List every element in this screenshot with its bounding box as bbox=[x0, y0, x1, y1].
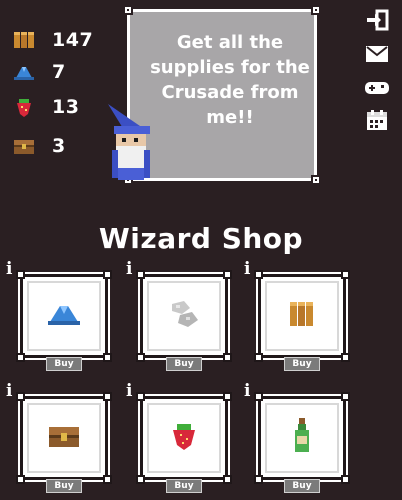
treasure-chest-icon bbox=[46, 421, 82, 455]
item-card[interactable] bbox=[136, 392, 232, 484]
treasure-chest-icon bbox=[10, 134, 38, 158]
blue-crystal-icon bbox=[44, 300, 84, 332]
resource-crystal: 7 bbox=[10, 60, 66, 84]
chest-count: 3 bbox=[52, 135, 66, 157]
strawberry-count: 13 bbox=[52, 96, 80, 118]
wood-logs-icon bbox=[287, 298, 317, 334]
info-icon[interactable]: i bbox=[6, 383, 12, 400]
buy-button[interactable]: Buy bbox=[46, 357, 82, 371]
wood-count: 147 bbox=[52, 29, 94, 51]
wizard-character bbox=[104, 96, 164, 186]
strawberry-icon bbox=[168, 420, 200, 456]
buy-button[interactable]: Buy bbox=[46, 479, 82, 493]
item-card[interactable] bbox=[16, 270, 112, 362]
resource-strawberry: 13 bbox=[10, 95, 79, 119]
info-icon[interactable]: i bbox=[126, 261, 132, 278]
buy-button[interactable]: Buy bbox=[284, 357, 320, 371]
calendar-icon[interactable] bbox=[364, 108, 390, 132]
resource-chest: 3 bbox=[10, 134, 66, 158]
strawberry-icon bbox=[10, 95, 38, 119]
item-card[interactable] bbox=[136, 270, 232, 362]
exit-icon[interactable] bbox=[364, 8, 390, 32]
shop-item-crystal: i Buy bbox=[6, 261, 112, 372]
info-icon[interactable]: i bbox=[244, 383, 250, 400]
stone-icon bbox=[166, 298, 202, 334]
buy-button[interactable]: Buy bbox=[284, 479, 320, 493]
info-icon[interactable]: i bbox=[126, 383, 132, 400]
shop-title: Wizard Shop bbox=[98, 222, 304, 255]
item-card[interactable] bbox=[254, 392, 350, 484]
shop-item-wood: i Buy bbox=[244, 261, 350, 372]
item-card[interactable] bbox=[254, 270, 350, 362]
potion-bottle-icon bbox=[291, 416, 313, 460]
item-card[interactable] bbox=[16, 392, 112, 484]
buy-button[interactable]: Buy bbox=[166, 357, 202, 371]
info-icon[interactable]: i bbox=[6, 261, 12, 278]
crystal-count: 7 bbox=[52, 61, 66, 83]
shop-item-chest: i Buy bbox=[6, 383, 112, 494]
wood-logs-icon bbox=[10, 28, 38, 52]
resource-wood: 147 bbox=[10, 28, 93, 52]
info-icon[interactable]: i bbox=[244, 261, 250, 278]
shop-item-strawberry: i Buy bbox=[126, 383, 232, 494]
shop-item-stone: i Buy bbox=[126, 261, 232, 372]
mail-icon[interactable] bbox=[364, 42, 390, 66]
blue-crystal-icon bbox=[10, 60, 38, 84]
buy-button[interactable]: Buy bbox=[166, 479, 202, 493]
shop-item-potion: i Buy bbox=[244, 383, 350, 494]
dialog-text: Get all the supplies for the Crusade fro… bbox=[150, 32, 310, 128]
gamepad-icon[interactable] bbox=[364, 76, 390, 100]
